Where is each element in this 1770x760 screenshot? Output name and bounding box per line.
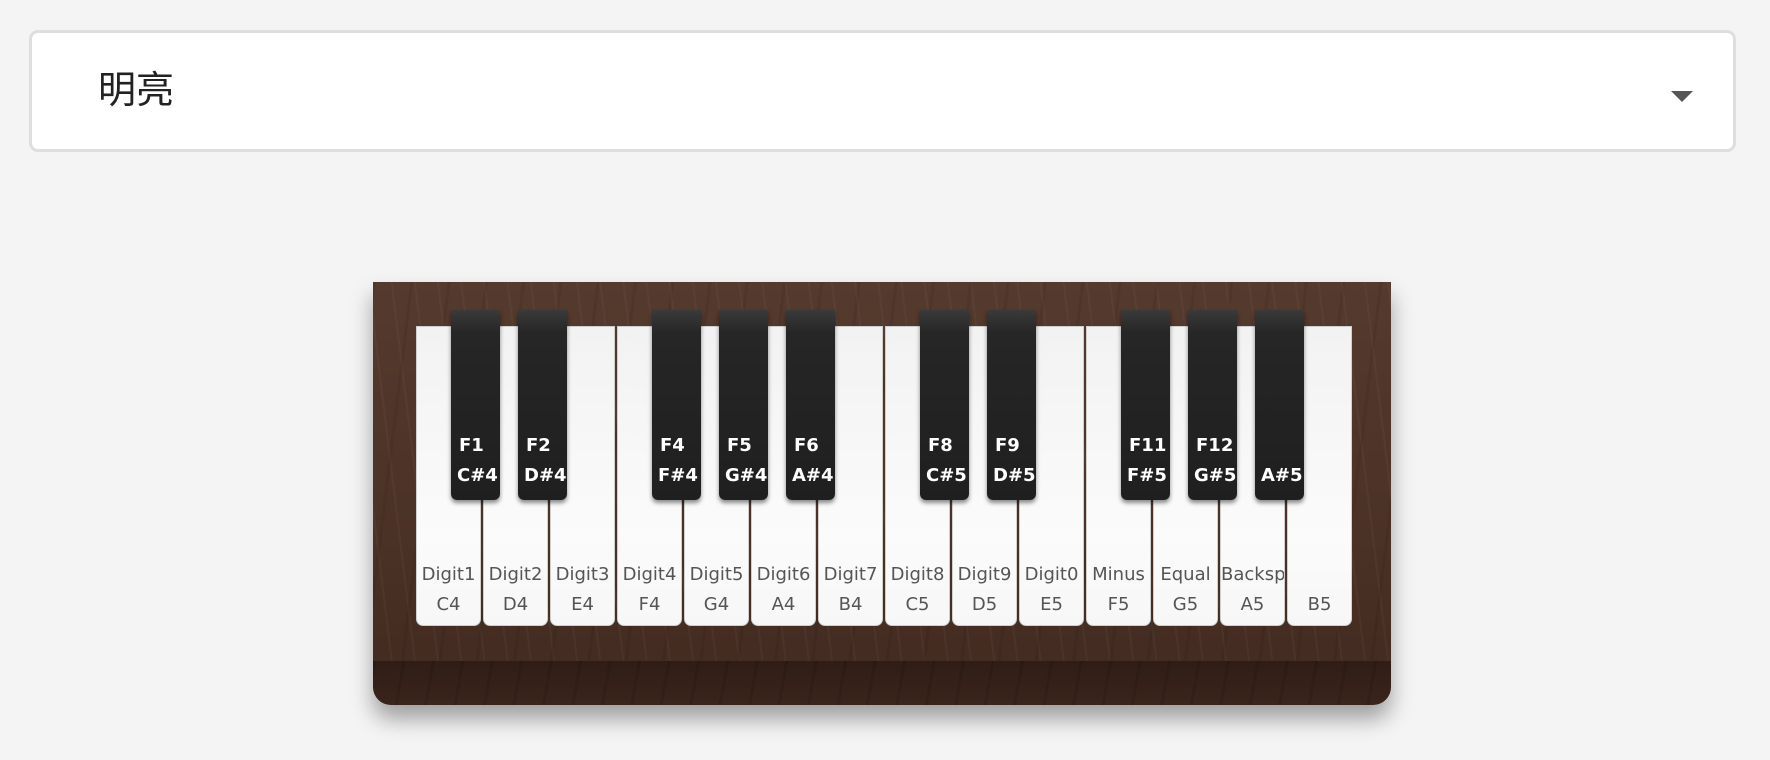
key-note: C#5 — [926, 465, 967, 486]
key-keycode: F1 — [459, 435, 484, 456]
black-key-c-sharp-5[interactable]: F8 C#5 — [920, 310, 969, 500]
key-note: D#4 — [524, 465, 567, 486]
key-keycode: Digit4 — [622, 564, 677, 585]
black-key-f-sharp-5[interactable]: F11 F#5 — [1121, 310, 1170, 500]
black-key-f-sharp-4[interactable]: F4 F#4 — [652, 310, 701, 500]
piano-key-rail — [373, 661, 1391, 705]
theme-select[interactable]: 明亮 — [29, 30, 1736, 152]
black-key-d-sharp-5[interactable]: F9 D#5 — [987, 310, 1036, 500]
key-keycode: Digit8 — [890, 564, 945, 585]
key-note: C#4 — [457, 465, 498, 486]
key-keycode: Digit9 — [957, 564, 1012, 585]
key-keycode: Equal — [1160, 564, 1211, 585]
black-key-g-sharp-4[interactable]: F5 G#4 — [719, 310, 768, 500]
key-keycode: F8 — [928, 435, 953, 456]
key-keycode: Digit3 — [555, 564, 610, 585]
black-key-g-sharp-5[interactable]: F12 G#5 — [1188, 310, 1237, 500]
key-note: F#4 — [658, 465, 698, 486]
key-note: A5 — [1240, 594, 1265, 615]
theme-select-value: 明亮 — [98, 68, 175, 112]
key-note: F4 — [638, 594, 661, 615]
key-note: B5 — [1307, 594, 1332, 615]
key-keycode: Digit5 — [689, 564, 744, 585]
black-key-a-sharp-4[interactable]: F6 A#4 — [786, 310, 835, 500]
key-note: G5 — [1172, 594, 1199, 615]
key-note: G#4 — [725, 465, 768, 486]
key-note: D5 — [971, 594, 998, 615]
key-keycode: F9 — [995, 435, 1020, 456]
key-keycode: F12 — [1196, 435, 1234, 456]
key-note: G#5 — [1194, 465, 1237, 486]
key-keycode: Digit6 — [756, 564, 811, 585]
key-keycode: Digit2 — [488, 564, 543, 585]
key-note: E5 — [1040, 594, 1063, 615]
black-key-a-sharp-5[interactable]: A#5 — [1255, 310, 1304, 500]
key-note: D4 — [502, 594, 529, 615]
key-keycode: Digit0 — [1024, 564, 1079, 585]
key-keycode: Minus — [1092, 564, 1145, 585]
key-keycode: F2 — [526, 435, 551, 456]
key-keycode: Digit7 — [823, 564, 878, 585]
key-note: F#5 — [1127, 465, 1167, 486]
key-note: C5 — [905, 594, 930, 615]
key-keycode: F4 — [660, 435, 685, 456]
key-note: E4 — [571, 594, 594, 615]
key-keycode: Backsp — [1221, 564, 1284, 585]
key-keycode: F6 — [794, 435, 819, 456]
black-key-c-sharp-4[interactable]: F1 C#4 — [451, 310, 500, 500]
key-note: F5 — [1107, 594, 1130, 615]
key-note: D#5 — [993, 465, 1036, 486]
key-note: G4 — [703, 594, 730, 615]
key-note: B4 — [838, 594, 863, 615]
key-note: A4 — [771, 594, 796, 615]
key-note: C4 — [436, 594, 461, 615]
piano-keyboard: Digit1 C4 Digit2 D4 Digit3 E4 Digit4 F4 … — [373, 282, 1391, 705]
key-note: A#4 — [792, 465, 834, 486]
key-keycode: F11 — [1129, 435, 1167, 456]
caret-down-icon[interactable] — [1671, 91, 1693, 102]
key-keycode: F5 — [727, 435, 752, 456]
key-keycode: Digit1 — [421, 564, 476, 585]
black-key-d-sharp-4[interactable]: F2 D#4 — [518, 310, 567, 500]
key-note: A#5 — [1261, 465, 1303, 486]
